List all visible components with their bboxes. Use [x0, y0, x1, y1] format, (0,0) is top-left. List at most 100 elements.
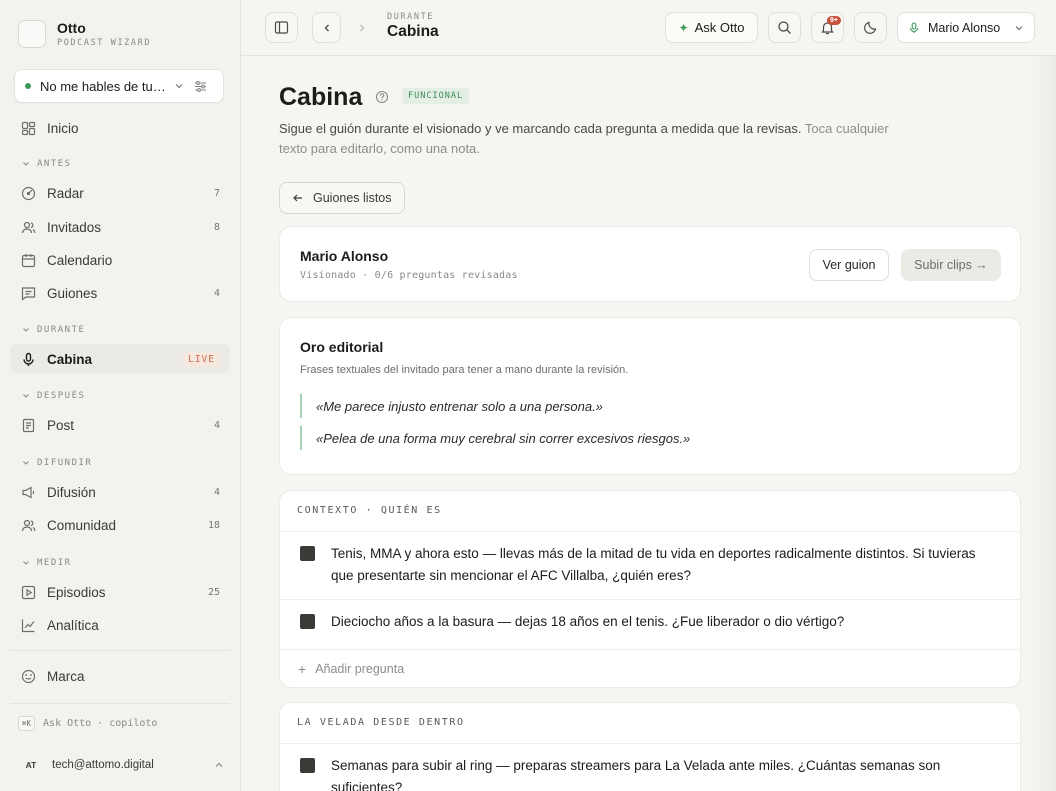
shortcut-key: ⌘K	[18, 716, 36, 731]
notifications-button[interactable]: 9+	[811, 12, 844, 43]
divider	[280, 743, 1020, 744]
upload-clips-button[interactable]: Subir clips →	[901, 249, 1001, 281]
quote[interactable]: «Pelea de una forma muy cerebral sin cor…	[300, 426, 690, 450]
question-section-contexto: CONTEXTO · QUIÉN ES Tenis, MMA y ahora e…	[279, 490, 1021, 688]
guest-name: Mario Alonso	[300, 248, 389, 264]
radar-icon	[20, 185, 36, 201]
question-row[interactable]: Dieciocho años a la basura — dejas 18 añ…	[300, 611, 1000, 633]
mic-icon	[908, 21, 920, 34]
section-durante[interactable]: DURANTE	[22, 325, 85, 335]
topbar: DURANTE Cabina ✦ Ask Otto 9+ Mario Alons…	[241, 0, 1056, 56]
sidebar-item-calendario[interactable]: Calendario	[10, 245, 230, 275]
page-description: Sigue el guión durante el visionado y ve…	[279, 121, 889, 156]
chevron-right-icon	[359, 24, 364, 31]
message-icon	[20, 285, 36, 301]
question-row[interactable]: Semanas para subir al ring — preparas st…	[300, 755, 1000, 791]
sidebar-item-inicio[interactable]: Inicio	[10, 113, 230, 143]
sliders-icon[interactable]	[194, 80, 207, 93]
search-button[interactable]	[768, 12, 801, 43]
notification-count: 9+	[827, 16, 841, 25]
question-text[interactable]: Semanas para subir al ring — preparas st…	[331, 755, 1000, 791]
status-badge: FUNCIONAL	[402, 88, 470, 104]
question-section-velada: LA VELADA DESDE DENTRO Semanas para subi…	[279, 702, 1021, 791]
brand-name: Otto	[57, 20, 86, 36]
chevron-down-icon	[174, 81, 184, 91]
sidebar-item-invitados[interactable]: Invitados 8	[10, 212, 230, 242]
live-badge: LIVE	[183, 351, 220, 367]
back-nav-button[interactable]	[312, 12, 341, 43]
section-despues[interactable]: DESPUÉS	[22, 391, 85, 401]
chart-line-icon	[20, 617, 36, 633]
brand-logo	[18, 20, 46, 48]
user-menu[interactable]: AT tech@attomo.digital	[18, 752, 224, 778]
sidebar-item-label: Inicio	[47, 120, 79, 136]
help-icon[interactable]	[375, 90, 389, 104]
section-antes[interactable]: ANTES	[22, 159, 72, 169]
sidebar-item-radar[interactable]: Radar 7	[10, 178, 230, 208]
chevron-left-icon	[324, 24, 329, 31]
section-header: LA VELADA DESDE DENTRO	[297, 717, 465, 728]
question-checkbox[interactable]	[300, 614, 315, 629]
main-content: Cabina FUNCIONAL Sigue el guión durante …	[241, 57, 1056, 791]
section-medir[interactable]: MEDIR	[22, 558, 72, 568]
status-dot	[25, 83, 31, 89]
podcast-name: No me hables de tu L...	[40, 78, 166, 94]
brand[interactable]: Otto PODCAST WIZARD	[18, 20, 151, 48]
users-icon	[20, 517, 36, 533]
question-text[interactable]: Dieciocho años a la basura — dejas 18 añ…	[331, 611, 844, 633]
mic-icon	[20, 351, 36, 367]
question-row[interactable]: Tenis, MMA y ahora esto — llevas más de …	[300, 543, 1000, 587]
quote[interactable]: «Me parece injusto entrenar solo a una p…	[300, 394, 603, 418]
avatar: AT	[25, 760, 37, 770]
sidebar-item-episodios[interactable]: Episodios 25	[10, 577, 230, 607]
ask-otto-button[interactable]: ✦ Ask Otto	[665, 12, 758, 43]
sidebar-item-post[interactable]: Post 4	[10, 410, 230, 440]
page-title: Cabina	[279, 83, 363, 111]
sidebar: Otto PODCAST WIZARD No me hables de tu L…	[0, 0, 241, 791]
breadcrumb-section: DURANTE	[387, 12, 435, 22]
theme-toggle-button[interactable]	[854, 12, 887, 43]
podcast-selector[interactable]: No me hables de tu L...	[14, 69, 224, 103]
add-question-button[interactable]: + Añadir pregunta	[298, 661, 404, 677]
scroll-shadow	[1026, 56, 1056, 791]
play-icon	[20, 584, 36, 600]
sparkle-icon: ✦	[678, 20, 689, 35]
question-text[interactable]: Tenis, MMA y ahora esto — llevas más de …	[331, 543, 1000, 587]
ask-otto-hint[interactable]: ⌘K Ask Otto · copiloto	[18, 716, 157, 731]
divider	[280, 531, 1020, 532]
sidebar-item-cabina[interactable]: Cabina LIVE	[10, 344, 230, 374]
user-email: tech@attomo.digital	[52, 759, 154, 771]
editorial-quotes-card: Oro editorial Frases textuales del invit…	[279, 317, 1021, 475]
toggle-sidebar-button[interactable]	[265, 12, 298, 43]
sidebar-item-difusion[interactable]: Difusión 4	[10, 477, 230, 507]
question-checkbox[interactable]	[300, 546, 315, 561]
guest-selector[interactable]: Mario Alonso	[897, 12, 1035, 43]
sidebar-item-analitica[interactable]: Analítica	[10, 610, 230, 640]
review-progress: Visionado · 0/6 preguntas revisadas	[300, 270, 518, 281]
divider	[280, 599, 1020, 600]
grid-icon	[20, 120, 36, 136]
breadcrumb: Cabina	[387, 23, 439, 40]
sidebar-divider	[10, 650, 230, 651]
view-script-button[interactable]: Ver guion	[809, 249, 889, 281]
chevron-up-icon	[214, 760, 224, 770]
back-to-scripts-button[interactable]: Guiones listos	[279, 182, 405, 214]
arrow-left-icon	[292, 192, 304, 204]
sidebar-icon	[274, 21, 289, 34]
card-description: Frases textuales del invitado para tener…	[300, 364, 629, 376]
question-checkbox[interactable]	[300, 758, 315, 773]
card-title: Oro editorial	[300, 339, 384, 355]
brand-subtitle: PODCAST WIZARD	[57, 38, 152, 48]
sidebar-divider	[10, 703, 230, 704]
plus-icon: +	[298, 661, 307, 677]
moon-icon	[864, 21, 877, 34]
calendar-icon	[20, 252, 36, 268]
sidebar-item-marca[interactable]: Marca	[10, 661, 230, 691]
section-difundir[interactable]: DIFUNDIR	[22, 458, 92, 468]
users-icon	[20, 219, 36, 235]
forward-nav-button[interactable]	[347, 12, 376, 43]
sidebar-item-comunidad[interactable]: Comunidad 18	[10, 510, 230, 540]
smile-icon	[20, 668, 36, 684]
sidebar-item-guiones[interactable]: Guiones 4	[10, 278, 230, 308]
document-icon	[20, 417, 36, 433]
